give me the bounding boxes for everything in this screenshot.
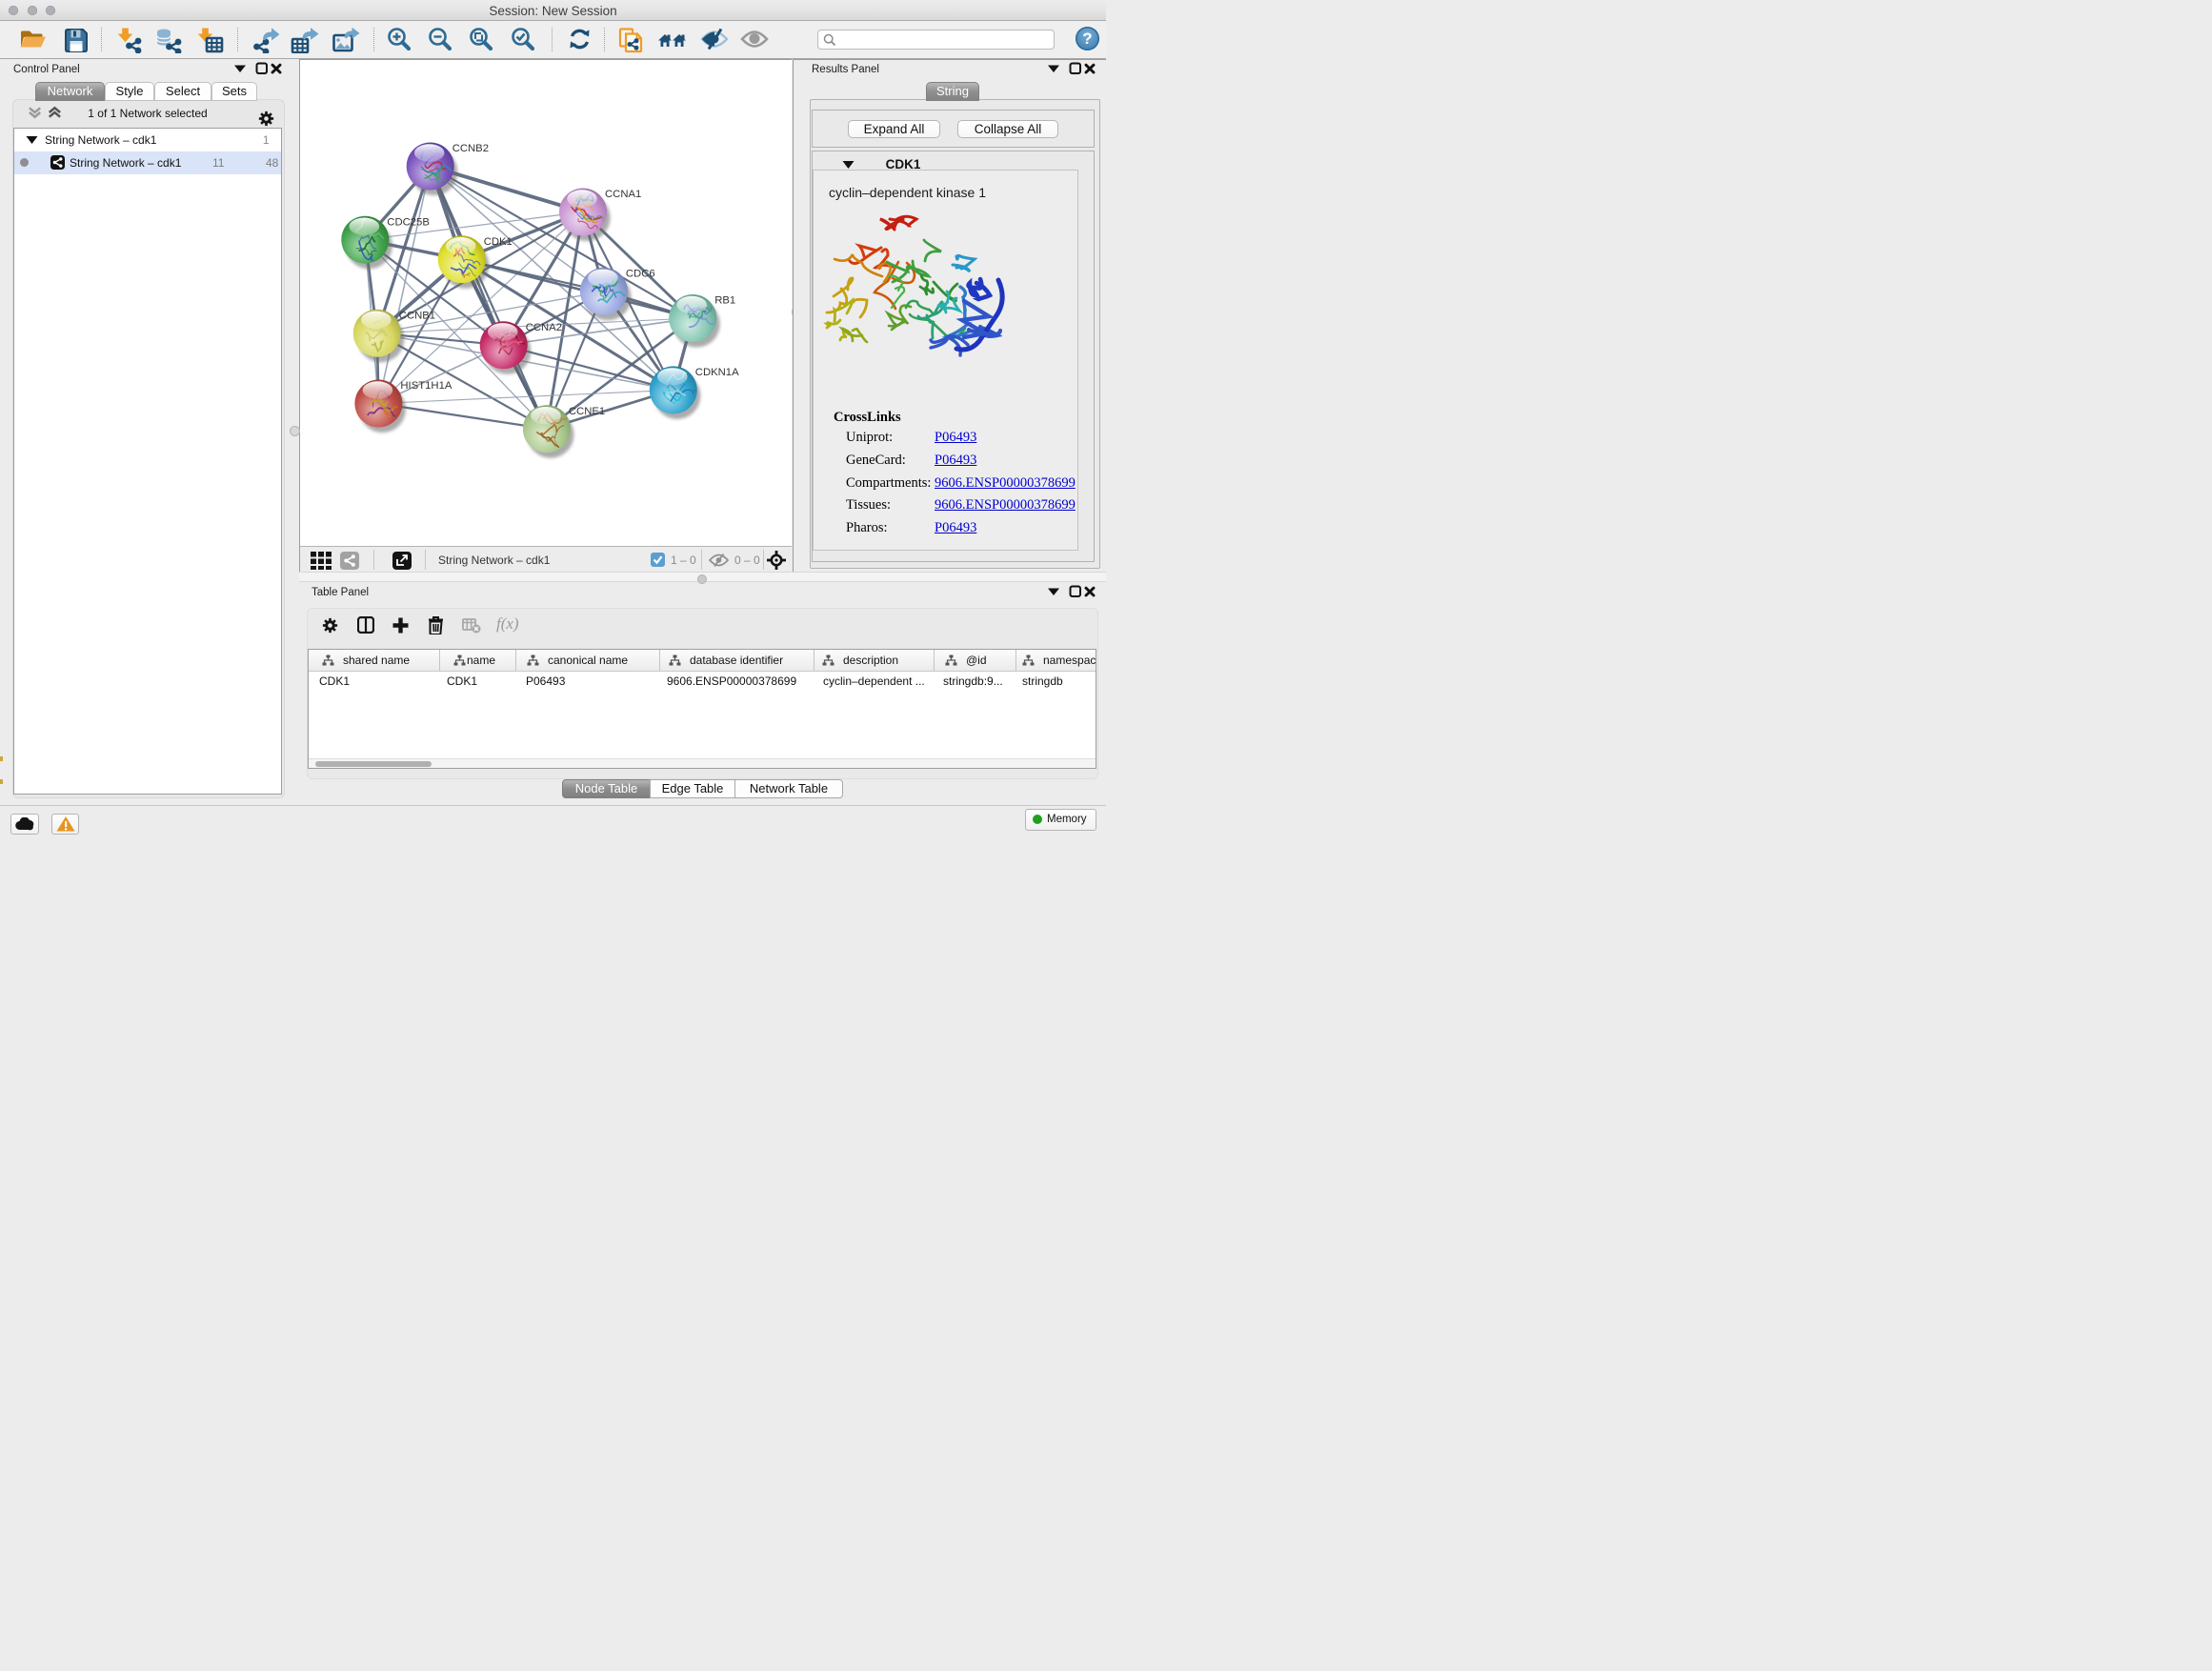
svg-text:CCNA2: CCNA2	[526, 322, 562, 333]
svg-text:CDK1: CDK1	[484, 236, 513, 248]
svg-text:CDC6: CDC6	[626, 269, 655, 280]
svg-text:CCNE1: CCNE1	[569, 406, 605, 417]
svg-text:CDC25B: CDC25B	[387, 216, 430, 228]
svg-text:CCNA1: CCNA1	[605, 189, 641, 200]
svg-text:RB1: RB1	[714, 295, 735, 307]
svg-text:CDKN1A: CDKN1A	[695, 367, 739, 378]
svg-text:CCNB2: CCNB2	[452, 143, 489, 154]
svg-text:HIST1H1A: HIST1H1A	[400, 380, 452, 392]
svg-text:CCNB1: CCNB1	[399, 310, 435, 321]
